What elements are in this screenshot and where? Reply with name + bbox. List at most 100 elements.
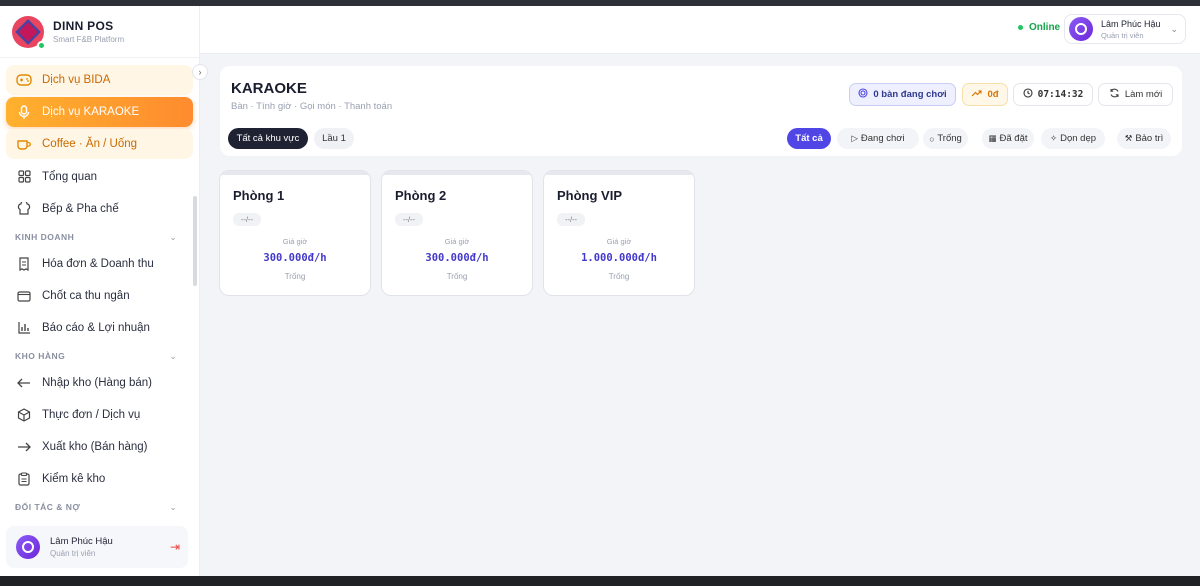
logout-icon[interactable]: ⇥	[170, 540, 180, 554]
chevron-down-icon: ⌄	[169, 232, 177, 242]
sidebar-item-label: Tổng quan	[42, 170, 97, 183]
room-card[interactable]: Phòng VIP --/-- Giá giờ 1.000.000đ/h Trố…	[543, 170, 695, 296]
status-dot-icon	[1018, 25, 1023, 30]
status-filter-cleaning[interactable]: ✧ Dọn dẹp	[1041, 128, 1105, 149]
online-dot-icon	[37, 40, 46, 50]
status-filter-playing[interactable]: ▷ Đang chơi	[837, 128, 919, 149]
calendar-icon: ▦	[988, 133, 997, 143]
room-time: --/--	[557, 213, 585, 226]
chevron-down-icon: ⌄	[169, 351, 177, 361]
sidebar-scrollbar[interactable]	[193, 196, 197, 286]
sidebar-item-kitchen[interactable]: Bếp & Pha chế	[6, 193, 193, 224]
playing-count-badge[interactable]: 0 bàn đang chơi	[849, 83, 956, 106]
sidebar-item-coffee[interactable]: Coffee · Ăn / Uống	[6, 129, 193, 159]
refresh-icon	[1109, 88, 1120, 101]
user-circle-icon	[22, 541, 34, 553]
sidebar-item-label: Bếp & Pha chế	[42, 202, 119, 215]
clipboard-icon	[16, 471, 32, 487]
sidebar-collapse-button[interactable]: ›	[192, 64, 208, 80]
sidebar-item-invoices[interactable]: Hóa đơn & Doanh thu	[6, 248, 193, 279]
sidebar-item-label: Kiểm kê kho	[42, 472, 106, 485]
sidebar-item-label: Hóa đơn & Doanh thu	[42, 257, 154, 270]
arrow-right-icon	[16, 439, 32, 455]
sidebar-item-label: Thực đơn / Dịch vụ	[42, 408, 141, 421]
user-circle-icon	[1075, 23, 1087, 35]
sidebar-item-karaoke[interactable]: Dịch vụ KARAOKE	[6, 97, 193, 127]
room-card[interactable]: Phòng 1 --/-- Giá giờ 300.000đ/h Trống	[219, 170, 371, 296]
box-icon	[16, 407, 32, 423]
sidebar-item-overview[interactable]: Tổng quan	[6, 161, 193, 192]
gamepad-icon	[16, 72, 32, 88]
sidebar-nav: Dịch vụ BIDA Dịch vụ KARAOKE Coffee · Ăn…	[0, 58, 199, 518]
room-status: Trống	[284, 272, 306, 281]
sidebar-item-label: Chốt ca thu ngân	[42, 289, 130, 302]
page-subtitle: Bàn · Tính giờ · Gọi món · Thanh toán	[231, 101, 393, 112]
chevron-right-icon: ›	[198, 67, 202, 77]
room-card[interactable]: Phòng 2 --/-- Giá giờ 300.000đ/h Trống	[381, 170, 533, 296]
header-user-menu[interactable]: Lâm Phúc Hậu Quản trị viên ⌄	[1064, 14, 1186, 44]
trending-up-icon	[971, 89, 983, 100]
circle-icon: ○	[929, 133, 935, 144]
top-header: Online Lâm Phúc Hậu Quản trị viên ⌄	[200, 6, 1200, 54]
room-price: 300.000đ/h	[263, 252, 327, 264]
sidebar-item-label: Dịch vụ KARAOKE	[42, 106, 140, 118]
sidebar-user-card[interactable]: Lâm Phúc Hậu Quản trị viên ⇥	[6, 526, 188, 568]
status-filter-empty[interactable]: ○ Trống	[923, 128, 968, 149]
room-price: 300.000đ/h	[425, 252, 489, 264]
microphone-icon	[16, 104, 32, 120]
wallet-icon	[16, 288, 32, 304]
section-header-partners[interactable]: ĐỐI TÁC & NỢ ⌄	[6, 496, 193, 518]
sidebar-user-role: Quản trị viên	[50, 549, 96, 558]
header-user-role: Quản trị viên	[1101, 30, 1144, 40]
avatar	[16, 535, 40, 559]
sparkle-icon: ✧	[1049, 133, 1058, 143]
receipt-icon	[16, 256, 32, 272]
grid-icon	[16, 169, 32, 185]
bar-chart-icon	[16, 320, 32, 336]
refresh-button[interactable]: Làm mới	[1098, 83, 1173, 106]
brand-subtitle: Smart F&B Platform	[53, 35, 125, 44]
os-taskbar	[0, 576, 1200, 586]
section-header-warehouse[interactable]: KHO HÀNG ⌄	[6, 345, 193, 367]
coffee-icon	[16, 136, 32, 152]
sidebar-item-menu[interactable]: Thực đơn / Dịch vụ	[6, 399, 193, 430]
logo-icon	[12, 15, 46, 50]
sidebar-item-stock-in[interactable]: Nhập kho (Hàng bán)	[6, 367, 193, 398]
sidebar-item-reports[interactable]: Báo cáo & Lợi nhuận	[6, 312, 193, 343]
room-name: Phòng VIP	[557, 188, 622, 203]
room-time: --/--	[395, 213, 423, 226]
connection-status: Online	[1018, 22, 1060, 33]
status-filter-maintenance[interactable]: ⚒ Bảo trì	[1117, 128, 1171, 149]
chef-hat-icon	[16, 201, 32, 217]
status-filter-all[interactable]: Tất cả	[787, 128, 831, 149]
area-filter-floor-1[interactable]: Lầu 1	[314, 128, 354, 149]
sidebar-item-label: Nhập kho (Hàng bán)	[42, 376, 152, 389]
room-status: Trống	[446, 272, 468, 281]
wrench-icon: ⚒	[1124, 133, 1133, 143]
sidebar-item-inventory-check[interactable]: Kiểm kê kho	[6, 463, 193, 494]
sidebar-item-stock-out[interactable]: Xuất kho (Bán hàng)	[6, 431, 193, 462]
room-price-label: Giá giờ	[282, 237, 308, 246]
play-icon: ▷	[851, 133, 858, 143]
status-filter-booked[interactable]: ▦ Đã đặt	[982, 128, 1034, 149]
sidebar-item-bida[interactable]: Dịch vụ BIDA	[6, 65, 193, 95]
room-price-label: Giá giờ	[606, 237, 632, 246]
clock-icon	[1023, 88, 1033, 101]
room-name: Phòng 2	[395, 188, 447, 203]
clock-display: 07:14:32	[1013, 83, 1093, 106]
section-header-business[interactable]: KINH DOANH ⌄	[6, 226, 193, 248]
chevron-down-icon: ⌄	[1170, 23, 1178, 34]
sidebar-item-label: Coffee · Ăn / Uống	[42, 138, 138, 150]
target-icon	[858, 88, 868, 101]
page-title: KARAOKE	[231, 80, 307, 97]
area-filter-all[interactable]: Tất cả khu vực	[228, 128, 308, 149]
sidebar: DINN POS Smart F&B Platform Dịch vụ BIDA…	[0, 6, 200, 576]
sidebar-item-label: Xuất kho (Bán hàng)	[42, 440, 148, 453]
header-user-name: Lâm Phúc Hậu	[1101, 18, 1161, 29]
room-price: 1.000.000đ/h	[581, 252, 657, 264]
room-status: Trống	[608, 272, 630, 281]
revenue-badge[interactable]: 0đ	[962, 83, 1008, 106]
avatar	[1069, 17, 1093, 41]
sidebar-item-shift-close[interactable]: Chốt ca thu ngân	[6, 280, 193, 311]
brand[interactable]: DINN POS Smart F&B Platform	[0, 6, 199, 58]
